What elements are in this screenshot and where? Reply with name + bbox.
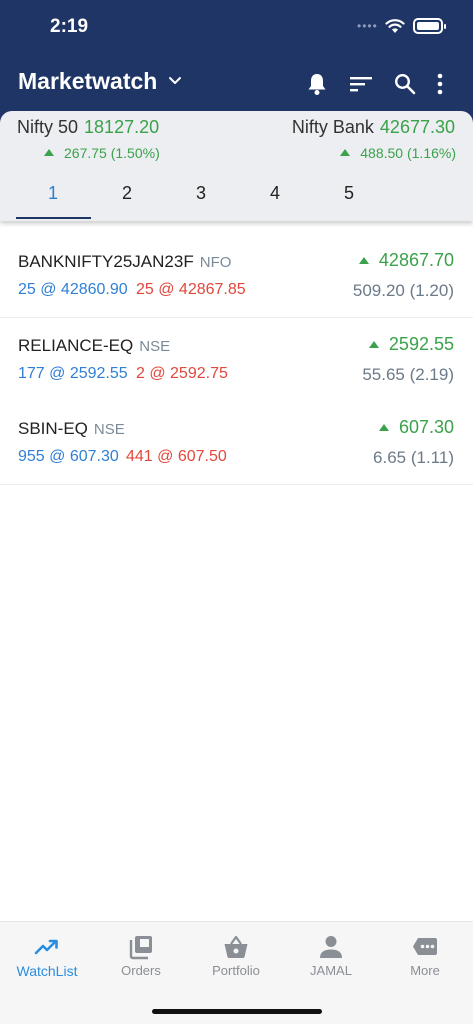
tab-2[interactable]: 2 [107, 183, 147, 204]
ask-quote: 25 @ 42867.85 [136, 281, 246, 298]
bid-quote: 25 @ 42860.90 [18, 281, 128, 298]
index-niftybank[interactable]: Nifty Bank 42677.30 [292, 117, 455, 138]
last-price: 607.30 [378, 417, 454, 438]
wifi-icon [385, 19, 405, 33]
tab-4[interactable]: 4 [255, 183, 295, 204]
index-name: Nifty 50 [17, 117, 79, 137]
tab-1[interactable]: 1 [33, 183, 73, 204]
index-value: 42677.30 [379, 117, 455, 137]
ask-quote: 441 @ 607.50 [126, 448, 227, 465]
nav-label: WatchList [16, 963, 78, 979]
orders-icon [129, 936, 152, 960]
ltp-value: 607.30 [398, 417, 454, 437]
nav-profile[interactable]: JAMAL [284, 934, 378, 978]
trending-up-icon [34, 939, 58, 955]
index-panel: Nifty 50 18127.20 267.75 (1.50%) Nifty Ba… [0, 111, 473, 221]
index-nifty50[interactable]: Nifty 50 18127.20 [17, 117, 159, 138]
exchange-label: NSE [139, 338, 171, 355]
watchlist-row[interactable]: SBIN-EQ NSE 955 @ 607.30 441 @ 607.50 607… [0, 401, 473, 485]
more-vertical-icon[interactable] [426, 70, 454, 98]
tab-5[interactable]: 5 [329, 183, 369, 204]
ltp-value: 2592.55 [388, 334, 454, 354]
nav-label: Orders [121, 963, 161, 978]
last-price: 2592.55 [368, 334, 454, 355]
basket-icon [224, 935, 248, 958]
index-name: Nifty Bank [291, 117, 374, 137]
chevron-down-icon[interactable] [168, 74, 182, 88]
symbol-name: BANKNIFTY25JAN23F NFO [18, 252, 231, 272]
symbol-text: BANKNIFTY25JAN23F [18, 252, 194, 271]
bell-icon[interactable] [303, 70, 331, 98]
nav-portfolio[interactable]: Portfolio [189, 934, 283, 978]
exchange-label: NFO [199, 254, 232, 271]
home-indicator[interactable] [152, 1009, 322, 1014]
status-time: 2:19 [50, 16, 89, 37]
up-arrow-icon [378, 424, 389, 431]
status-bar: 2:19 •••• [0, 0, 473, 55]
signal-dots-icon: •••• [357, 19, 378, 33]
search-icon[interactable] [391, 70, 419, 98]
nav-label: JAMAL [310, 963, 352, 978]
up-arrow-icon [44, 149, 54, 156]
ltp-value: 42867.70 [378, 250, 454, 270]
ask-quote: 2 @ 2592.75 [136, 365, 228, 382]
index-change: 488.50 (1.16%) [340, 145, 456, 161]
up-arrow-icon [368, 341, 379, 348]
active-tab-indicator [16, 217, 91, 219]
price-change: 55.65 (2.19) [362, 365, 454, 384]
symbol-name: RELIANCE-EQ NSE [18, 336, 170, 356]
nav-label: More [410, 963, 440, 978]
index-change-value: 267.75 (1.50%) [64, 145, 160, 161]
nav-more[interactable]: More [378, 934, 472, 978]
page-title[interactable]: Marketwatch [18, 68, 157, 95]
price-change: 6.65 (1.11) [373, 448, 454, 467]
more-icon [413, 938, 437, 955]
last-price: 42867.70 [358, 250, 454, 271]
up-arrow-icon [358, 257, 369, 264]
index-change-value: 488.50 (1.16%) [360, 145, 456, 161]
price-change: 509.20 (1.20) [352, 281, 454, 300]
symbol-name: SBIN-EQ NSE [18, 419, 125, 439]
index-change: 267.75 (1.50%) [44, 145, 160, 161]
nav-orders[interactable]: Orders [94, 934, 188, 978]
symbol-text: SBIN-EQ [18, 419, 88, 438]
tab-3[interactable]: 3 [181, 183, 221, 204]
watchlist-row[interactable]: RELIANCE-EQ NSE 177 @ 2592.55 2 @ 2592.75… [0, 318, 473, 402]
watchlist-row[interactable]: BANKNIFTY25JAN23F NFO 25 @ 42860.90 25 @ … [0, 234, 473, 318]
person-icon [320, 936, 342, 958]
exchange-label: NSE [93, 421, 125, 438]
nav-label: Portfolio [212, 963, 260, 978]
sort-icon[interactable] [347, 70, 375, 98]
index-value: 18127.20 [84, 117, 160, 137]
bid-quote: 177 @ 2592.55 [18, 365, 128, 382]
bid-quote: 955 @ 607.30 [18, 448, 119, 465]
nav-watchlist[interactable]: WatchList [0, 934, 94, 979]
battery-icon [413, 18, 446, 34]
up-arrow-icon [340, 149, 351, 156]
symbol-text: RELIANCE-EQ [18, 336, 134, 355]
